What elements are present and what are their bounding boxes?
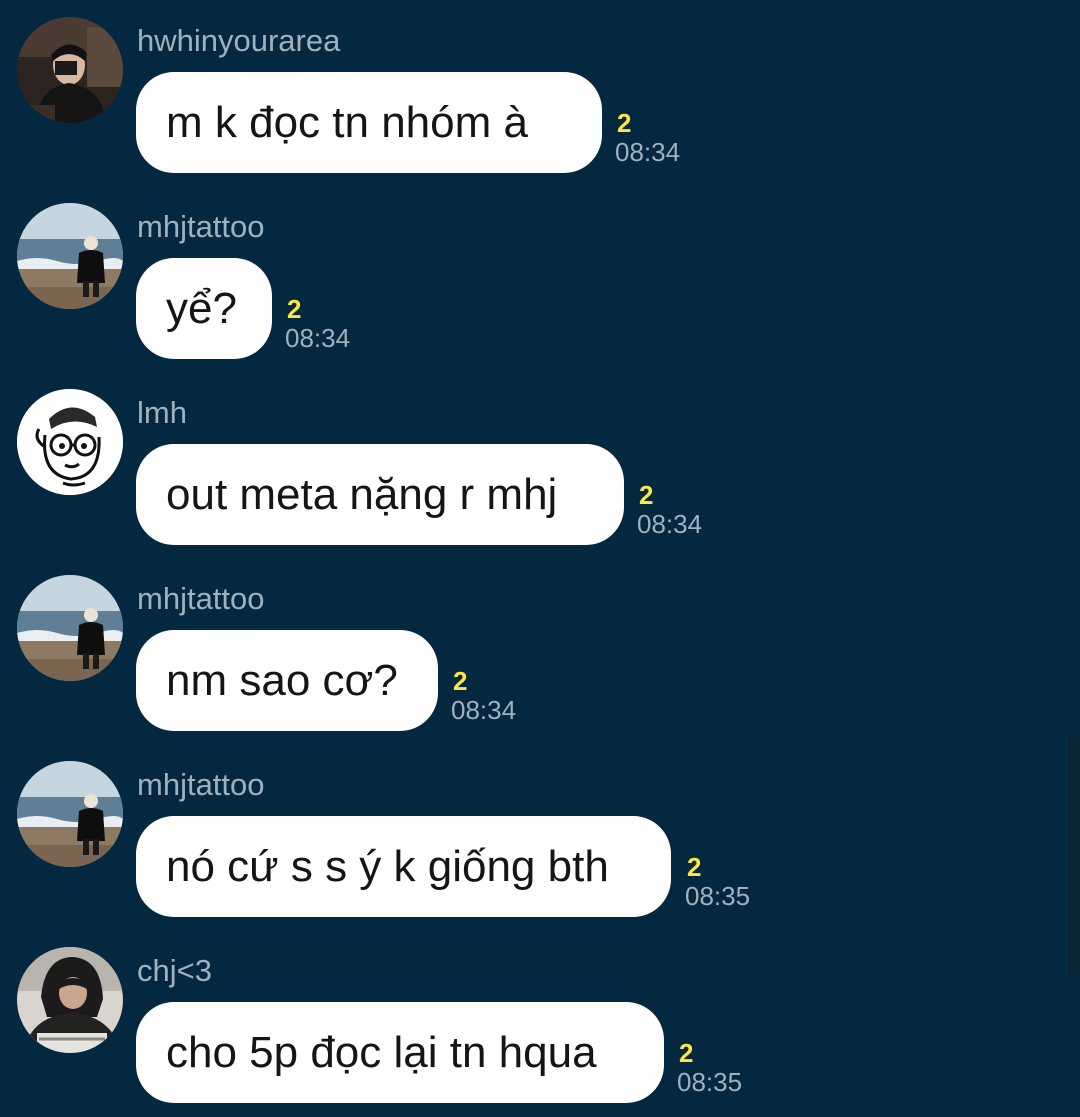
sender-name[interactable]: mhjtattoo	[137, 579, 265, 619]
message-meta: 2 08:34	[615, 109, 715, 169]
timestamp: 08:34	[285, 323, 351, 353]
man-camera-photo-icon	[17, 17, 123, 123]
message-bubble[interactable]: cho 5p đọc lại tn hqua	[136, 1002, 664, 1103]
beach-person-photo-icon	[17, 575, 123, 681]
message-meta: 2 08:35	[685, 853, 785, 913]
scrollbar[interactable]	[1066, 735, 1080, 975]
avatar[interactable]	[17, 203, 123, 309]
sender-name[interactable]: mhjtattoo	[137, 765, 265, 805]
unread-count: 2	[687, 852, 702, 882]
message-meta: 2 08:34	[637, 481, 737, 541]
timestamp: 08:34	[451, 695, 517, 725]
message-text: nm sao cơ?	[166, 655, 398, 705]
message-row: mhjtattoo nó cứ s s ý k giống bth 2 08:3…	[0, 761, 1060, 931]
message-row: mhjtattoo yể? 2 08:34	[0, 203, 1060, 373]
message-meta: 2 08:35	[677, 1039, 777, 1099]
chat-message-list[interactable]: hwhinyourarea m k đọc tn nhóm à 2 08:34	[0, 0, 1080, 1113]
message-text: nó cứ s s ý k giống bth	[166, 841, 609, 891]
unread-count: 2	[639, 480, 654, 510]
unread-count: 2	[453, 666, 468, 696]
message-row: hwhinyourarea m k đọc tn nhóm à 2 08:34	[0, 17, 1060, 187]
avatar[interactable]	[17, 575, 123, 681]
unread-count: 2	[617, 108, 632, 138]
hooded-person-photo-icon	[17, 947, 123, 1053]
timestamp: 08:35	[677, 1067, 743, 1097]
timestamp: 08:34	[615, 137, 681, 167]
message-row: lmh out meta nặng r mhj 2 08:34	[0, 389, 1060, 559]
message-text: m k đọc tn nhóm à	[166, 97, 528, 147]
message-row: chj<3 cho 5p đọc lại tn hqua 2 08:35	[0, 947, 1060, 1117]
unread-count: 2	[679, 1038, 694, 1068]
message-bubble[interactable]: out meta nặng r mhj	[136, 444, 624, 545]
sender-name[interactable]: mhjtattoo	[137, 207, 265, 247]
message-bubble[interactable]: nó cứ s s ý k giống bth	[136, 816, 671, 917]
beach-person-photo-icon	[17, 203, 123, 309]
message-row: mhjtattoo nm sao cơ? 2 08:34	[0, 575, 1060, 745]
message-text: out meta nặng r mhj	[166, 469, 558, 519]
message-meta: 2 08:34	[451, 667, 551, 727]
avatar[interactable]	[17, 389, 123, 495]
message-bubble[interactable]: m k đọc tn nhóm à	[136, 72, 602, 173]
sender-name[interactable]: hwhinyourarea	[137, 21, 340, 61]
message-meta: 2 08:34	[285, 295, 385, 355]
avatar[interactable]	[17, 947, 123, 1053]
sender-name[interactable]: lmh	[137, 393, 187, 433]
message-bubble[interactable]: nm sao cơ?	[136, 630, 438, 731]
message-text: cho 5p đọc lại tn hqua	[166, 1027, 597, 1077]
avatar[interactable]	[17, 761, 123, 867]
timestamp: 08:35	[685, 881, 751, 911]
sender-name[interactable]: chj<3	[137, 951, 212, 991]
cartoon-face-drawing-icon	[17, 389, 123, 495]
timestamp: 08:34	[637, 509, 703, 539]
beach-person-photo-icon	[17, 761, 123, 867]
message-text: yể?	[166, 283, 237, 333]
unread-count: 2	[287, 294, 302, 324]
avatar[interactable]	[17, 17, 123, 123]
message-bubble[interactable]: yể?	[136, 258, 272, 359]
